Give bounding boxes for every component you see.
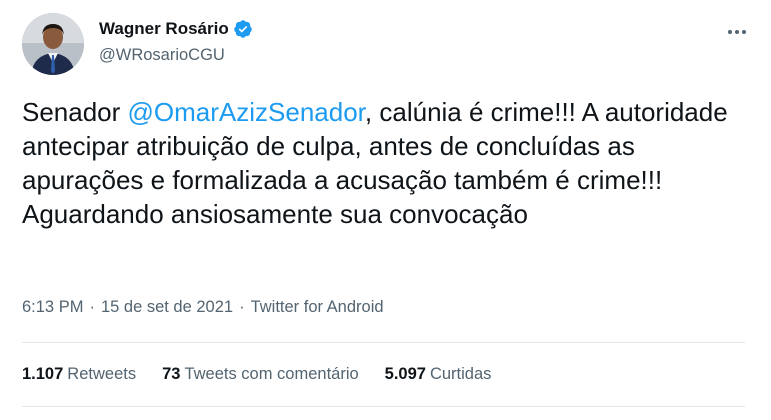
tweet-card: Wagner Rosário @WRosarioCGU Senador @Oma…	[0, 0, 771, 420]
avatar-photo-icon	[22, 13, 84, 75]
divider	[22, 406, 745, 407]
likes-count: 5.097	[384, 365, 426, 383]
likes-label: Curtidas	[429, 365, 492, 383]
quote-tweets-count: 73	[162, 365, 181, 383]
avatar[interactable]	[22, 13, 84, 75]
more-options-button[interactable]	[720, 24, 754, 40]
tweet-text: Senador @OmarAzizSenador, calúnia é crim…	[22, 95, 752, 231]
tweet-date[interactable]: 15 de set de 2021	[101, 298, 233, 317]
verified-badge-icon	[233, 19, 253, 39]
mention-link[interactable]: @OmarAzizSenador	[128, 97, 365, 127]
likes-stat[interactable]: 5.097 Curtidas	[385, 365, 492, 384]
author-name-row: Wagner Rosário	[99, 19, 253, 39]
more-dots-icon	[728, 30, 732, 34]
author-display-name[interactable]: Wagner Rosário	[99, 19, 229, 39]
tweet-stats: 1.107 Retweets 73 Tweets com comentário …	[22, 365, 517, 384]
tweet-time[interactable]: 6:13 PM	[22, 298, 83, 317]
retweets-count: 1.107	[22, 365, 64, 383]
tweet-meta: 6:13 PM · 15 de set de 2021 · Twitter fo…	[22, 298, 384, 317]
meta-separator: ·	[89, 298, 95, 316]
more-dots-icon	[742, 30, 746, 34]
quote-tweets-label: Tweets com comentário	[184, 365, 359, 383]
tweet-source[interactable]: Twitter for Android	[251, 298, 384, 317]
tweet-text-start: Senador	[22, 97, 128, 127]
retweets-label: Retweets	[67, 365, 137, 383]
author-handle[interactable]: @WRosarioCGU	[99, 46, 225, 65]
meta-separator: ·	[239, 298, 245, 316]
quote-tweets-stat[interactable]: 73 Tweets com comentário	[162, 365, 359, 384]
retweets-stat[interactable]: 1.107 Retweets	[22, 365, 136, 384]
more-dots-icon	[735, 30, 739, 34]
divider	[22, 342, 745, 343]
